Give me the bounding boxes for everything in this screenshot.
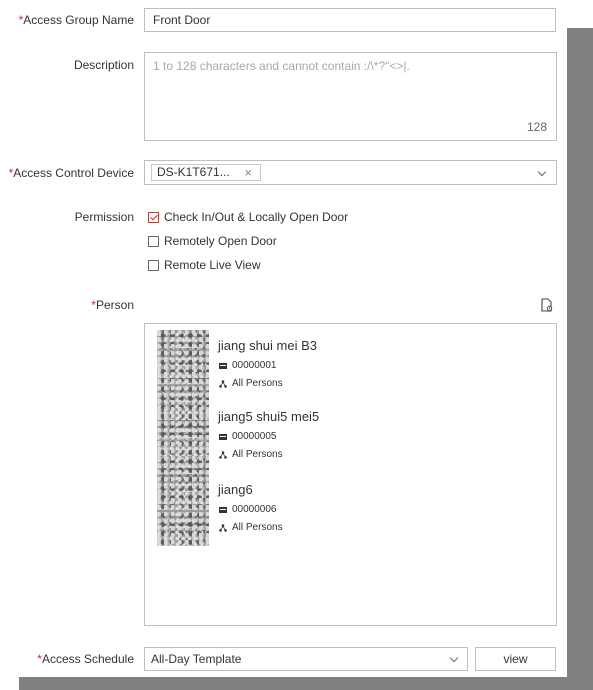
- person-list: jiang shui mei B3 00000001 All Persons j…: [144, 323, 557, 626]
- person-name: jiang shui mei B3: [218, 338, 317, 353]
- person-name: jiang6: [218, 482, 253, 497]
- access-schedule-label: *Access Schedule: [37, 652, 134, 666]
- access-schedule-select[interactable]: All-Day Template: [144, 647, 468, 671]
- org-icon: [219, 379, 227, 388]
- person-id: 00000006: [219, 504, 277, 515]
- access-control-device-label: *Access Control Device: [8, 166, 134, 180]
- permission-option-label: Remote Live View: [164, 258, 261, 272]
- person-label: *Person: [91, 298, 134, 312]
- card-icon: [219, 433, 227, 440]
- permission-option-label: Check In/Out & Locally Open Door: [164, 210, 349, 224]
- description-placeholder: 1 to 128 characters and cannot contain :…: [153, 59, 410, 73]
- person-org: All Persons: [219, 378, 283, 389]
- dialog-shadow-right: [567, 28, 593, 690]
- access-control-device-select[interactable]: DS-K1T671... ×: [144, 160, 557, 185]
- org-icon: [219, 450, 227, 459]
- permission-option-live-view[interactable]: Remote Live View: [148, 258, 261, 272]
- chevron-down-icon[interactable]: [537, 167, 547, 177]
- access-group-name-input[interactable]: [144, 8, 556, 32]
- person-org: All Persons: [219, 449, 283, 460]
- permission-option-check-in-out[interactable]: Check In/Out & Locally Open Door: [148, 210, 348, 224]
- person-photo: [157, 330, 209, 546]
- access-schedule-value: All-Day Template: [151, 652, 242, 666]
- description-textarea[interactable]: 1 to 128 characters and cannot contain :…: [144, 52, 557, 141]
- person-id: 00000005: [219, 431, 277, 442]
- person-name: jiang5 shui5 mei5: [218, 409, 320, 424]
- card-icon: [219, 362, 227, 369]
- checkbox[interactable]: [148, 235, 159, 247]
- document-icon[interactable]: [540, 298, 554, 312]
- card-icon: [219, 506, 227, 513]
- org-icon: [219, 523, 227, 532]
- dialog-shadow-bottom: [19, 677, 593, 690]
- access-group-name-label: *Access Group Name: [18, 13, 134, 27]
- checkbox[interactable]: [148, 259, 159, 271]
- close-icon[interactable]: ×: [244, 165, 252, 180]
- person-org: All Persons: [219, 522, 283, 533]
- permission-option-label: Remotely Open Door: [164, 234, 277, 248]
- permission-label: Permission: [74, 210, 134, 224]
- checkbox-checked[interactable]: [148, 211, 159, 223]
- access-group-form: *Access Group Name Description 1 to 128 …: [0, 0, 567, 677]
- permission-option-remote-open[interactable]: Remotely Open Door: [148, 234, 277, 248]
- device-tag-label: DS-K1T671...: [157, 165, 230, 179]
- person-id: 00000001: [219, 360, 277, 371]
- view-button[interactable]: view: [475, 647, 556, 671]
- description-label: Description: [73, 58, 134, 72]
- description-char-counter: 128: [526, 120, 547, 134]
- chevron-down-icon[interactable]: [449, 653, 459, 663]
- device-tag: DS-K1T671... ×: [151, 164, 261, 181]
